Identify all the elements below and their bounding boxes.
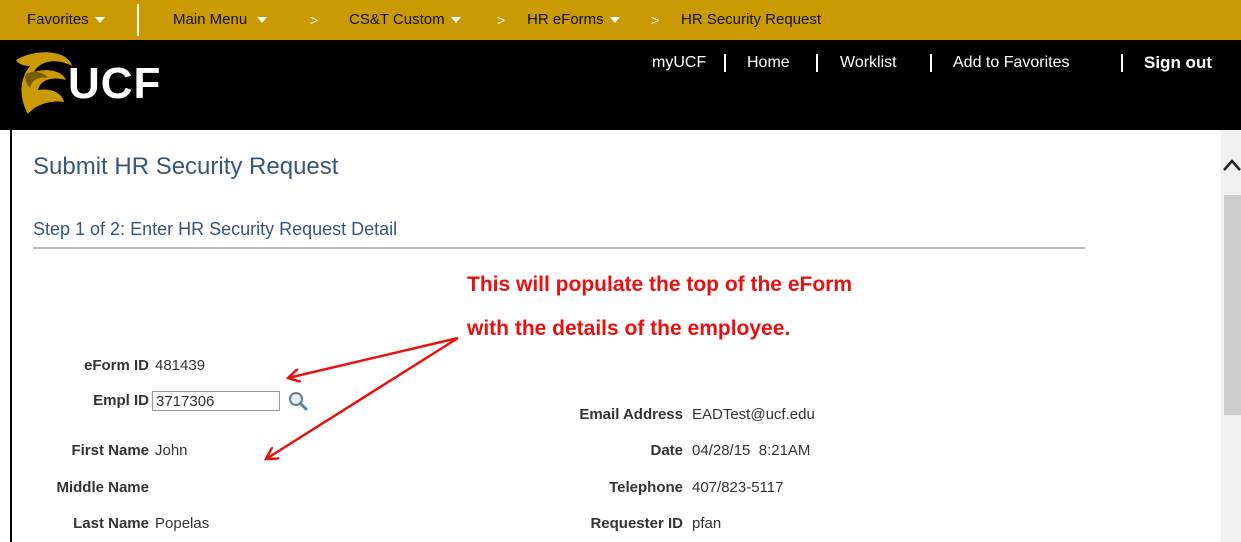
arrow-to-eform-id (288, 336, 459, 378)
arrow-to-first-name (266, 336, 459, 459)
annotation-arrows (0, 336, 459, 542)
